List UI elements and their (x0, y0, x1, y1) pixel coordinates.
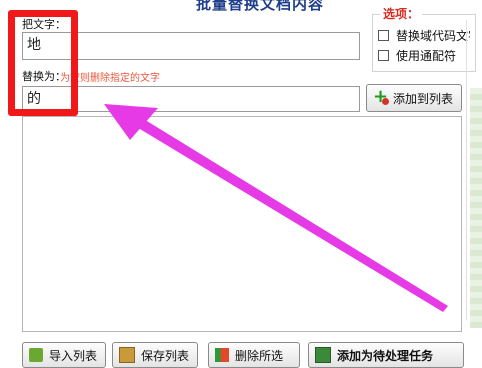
replacement-list[interactable] (22, 116, 462, 332)
import-list-button[interactable]: 导入列表 (22, 342, 106, 368)
delete-icon (215, 348, 229, 362)
add-to-list-label: 添加到列表 (393, 91, 454, 106)
window-title: 批量替换文档内容 (195, 0, 324, 13)
add-to-list-button[interactable]: 添加到列表 (366, 84, 462, 112)
add-task-button[interactable]: 添加为待处理任务 (308, 342, 464, 368)
import-list-label: 导入列表 (49, 348, 98, 363)
add-task-label: 添加为待处理任务 (337, 348, 434, 363)
option-checkbox-field-code[interactable] (378, 30, 389, 41)
import-icon (29, 348, 43, 362)
options-title: 选项： (380, 5, 423, 22)
option-label-wildcard: 使用通配符 (396, 49, 457, 63)
save-list-label: 保存列表 (141, 348, 190, 363)
save-list-button[interactable]: 保存列表 (112, 342, 198, 368)
side-panel-edge (470, 88, 482, 328)
delete-selected-label: 删除所选 (235, 348, 284, 363)
add-task-icon (315, 347, 331, 363)
save-icon (119, 347, 135, 363)
delete-selected-button[interactable]: 删除所选 (208, 342, 300, 368)
option-label-field-code: 替换域代码文字 (396, 29, 470, 43)
green-plus-icon (373, 86, 389, 107)
window-edge-line (466, 20, 467, 320)
highlight-box (8, 10, 78, 116)
option-checkbox-wildcard[interactable] (378, 50, 389, 61)
